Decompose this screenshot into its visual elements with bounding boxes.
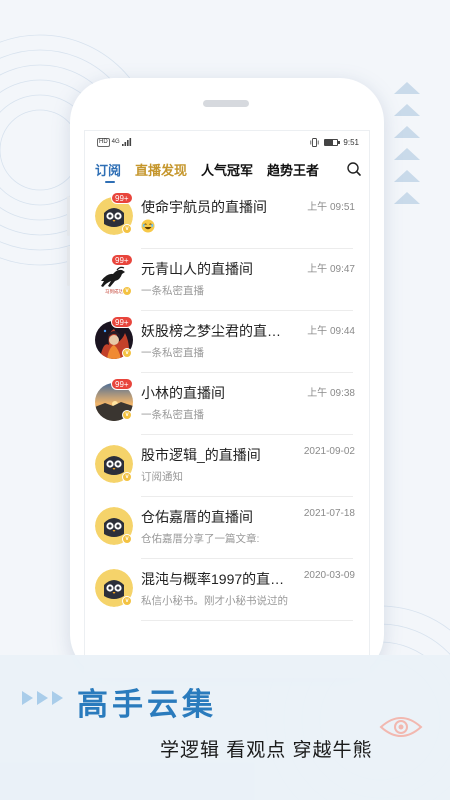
network-hd-indicator: HD (97, 137, 110, 147)
tab-fade-overlay (317, 153, 341, 185)
tab-trend-king[interactable]: 趋势王者 (267, 160, 319, 179)
verified-badge: v (122, 348, 132, 358)
verified-badge: v (122, 224, 132, 234)
room-subtitle: 私信小秘书。刚才小秘书说过的 (141, 595, 288, 607)
room-time: 2020-03-09 (303, 570, 355, 581)
room-title: 小林的直播间 (141, 385, 225, 401)
unread-badge: 99+ (111, 316, 133, 328)
tab-bar: 订阅 直播发现 人气冠军 趋势王者 (85, 153, 369, 185)
play-arrows-icon (22, 691, 63, 705)
room-title: 妖股榜之梦尘君的直播间 (141, 323, 289, 339)
room-time: 上午 09:38 (307, 388, 355, 399)
room-time: 上午 09:47 (307, 264, 355, 275)
room-subtitle: 仓佑嘉厝分享了一篇文章: (141, 533, 260, 545)
room-time: 2021-09-02 (303, 446, 355, 457)
phone-side-button (67, 196, 70, 236)
eye-icon (379, 717, 423, 737)
triangle-stack-decoration (394, 82, 420, 204)
live-room-list: 99+ v 使命宇航员的直播间 上午 09:51 马到成功 99+ v 元青山人… (85, 187, 369, 621)
unread-badge: 99+ (111, 378, 133, 390)
vibrate-icon (310, 137, 320, 147)
room-subtitle: 订阅通知 (141, 471, 183, 483)
list-item[interactable]: 99+ v 使命宇航员的直播间 上午 09:51 (85, 187, 369, 249)
signal-type: 4G (111, 139, 120, 145)
verified-badge: v (122, 534, 132, 544)
tab-popular-champion[interactable]: 人气冠军 (201, 160, 253, 179)
app-screen: HD 4G 9:51 订阅 直播发现 人气冠军 趋势王者 99+ v 使命宇航员… (84, 130, 370, 678)
verified-badge: v (122, 286, 132, 296)
room-subtitle: 一条私密直播 (141, 285, 204, 297)
phone-mockup: HD 4G 9:51 订阅 直播发现 人气冠军 趋势王者 99+ v 使命宇航员… (67, 78, 384, 678)
verified-badge: v (122, 472, 132, 482)
room-subtitle: 一条私密直播 (141, 347, 204, 359)
verified-badge: v (122, 596, 132, 606)
promo-title: 高手云集 (77, 687, 217, 722)
active-tab-indicator (105, 181, 115, 183)
tab-live-discover[interactable]: 直播发现 (135, 160, 187, 179)
tab-subscribe[interactable]: 订阅 (95, 160, 121, 179)
search-icon[interactable] (345, 160, 363, 178)
room-time: 2021-07-18 (303, 508, 355, 519)
unread-badge: 99+ (111, 192, 133, 204)
room-title: 元青山人的直播间 (141, 261, 253, 277)
list-item[interactable]: 马到成功 99+ v 元青山人的直播间 上午 09:47 一条私密直播 (85, 249, 369, 311)
laughing-face-icon (141, 219, 155, 233)
room-subtitle: 一条私密直播 (141, 409, 204, 421)
svg-text:马到成功: 马到成功 (105, 288, 123, 295)
status-time: 9:51 (343, 137, 359, 147)
phone-speaker (203, 100, 249, 107)
list-item[interactable]: v 股市逻辑_的直播间 2021-09-02 订阅通知 (85, 435, 369, 497)
unread-badge: 99+ (111, 254, 133, 266)
list-item[interactable]: 99+ v 小林的直播间 上午 09:38 一条私密直播 (85, 373, 369, 435)
signal-icon (121, 138, 131, 146)
list-item[interactable]: v 混沌与概率1997的直播间 2020-03-09 私信小秘书。刚才小秘书说过… (85, 559, 369, 621)
room-title: 使命宇航员的直播间 (141, 199, 267, 215)
verified-badge: v (122, 410, 132, 420)
list-item[interactable]: v 仓佑嘉厝的直播间 2021-07-18 仓佑嘉厝分享了一篇文章: (85, 497, 369, 559)
room-title: 混沌与概率1997的直播间 (141, 571, 289, 587)
room-title: 股市逻辑_的直播间 (141, 447, 261, 463)
promo-subtitle: 学逻辑 看观点 穿越牛熊 (160, 740, 373, 761)
status-bar: HD 4G 9:51 (85, 131, 369, 153)
room-title: 仓佑嘉厝的直播间 (141, 509, 253, 525)
room-time: 上午 09:44 (307, 326, 355, 337)
room-time: 上午 09:51 (307, 202, 355, 213)
phone-side-button (67, 246, 70, 286)
list-item[interactable]: 99+ v 妖股榜之梦尘君的直播间 上午 09:44 一条私密直播 (85, 311, 369, 373)
battery-icon (324, 138, 341, 146)
